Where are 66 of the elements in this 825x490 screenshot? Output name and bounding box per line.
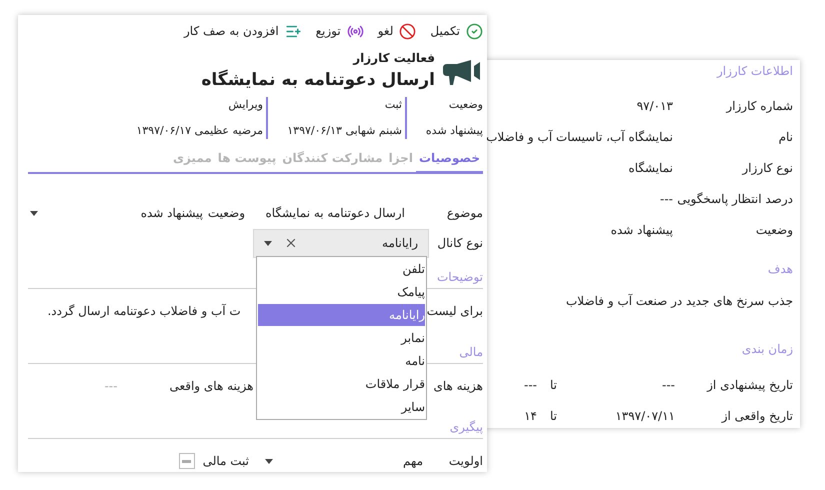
- section-heading: هدف: [768, 261, 793, 278]
- menu-option[interactable]: نمابر: [258, 326, 425, 349]
- field-label: وضعیت: [206, 205, 245, 222]
- field-label: نوع کارزار: [740, 160, 793, 176]
- field-label: اولویت: [448, 453, 483, 470]
- channel-select[interactable]: رایانامه: [253, 228, 429, 258]
- priority-select[interactable]: مهم: [263, 452, 423, 470]
- field-label: نوع کانال: [436, 235, 483, 252]
- field-label: درصد انتظار پاسخگویی: [676, 190, 793, 208]
- info-value: پیشنهاد شده: [426, 122, 483, 139]
- info-value: مرضیه عظیمی ۱۳۹۷/۰۶/۱۷: [136, 122, 263, 139]
- menu-option[interactable]: پیامک: [258, 280, 425, 303]
- section-heading: پیگیری: [450, 419, 483, 436]
- toolbar-button[interactable]: افزودن به صف کار: [184, 22, 302, 40]
- field-label: ثبت مالی: [202, 453, 249, 470]
- field-label: تا: [549, 408, 557, 424]
- field-value: ---: [661, 376, 675, 394]
- section-heading: زمان بندی: [742, 341, 793, 358]
- field-value: ---: [660, 190, 673, 208]
- section-heading: مالی: [459, 344, 483, 361]
- tab[interactable]: خصوصیات: [416, 149, 483, 174]
- check-icon: [466, 22, 483, 40]
- caret-icon: [264, 240, 272, 246]
- field-label: وضعیت: [754, 222, 793, 238]
- info-value: شبنم شهابی ۱۳۹۷/۰۶/۱۳: [287, 122, 402, 139]
- checkbox[interactable]: [178, 453, 195, 469]
- menu-option[interactable]: تلفن: [258, 258, 425, 280]
- field-value: پیشنهاد شده: [610, 222, 673, 238]
- section-heading: توضیحات: [436, 269, 483, 286]
- field-label: تاریخ واقعی از: [720, 408, 793, 424]
- field-value: ۱۳۹۷/۰۷/۱۱: [614, 408, 675, 424]
- menu-option[interactable]: رایانامه: [258, 304, 425, 326]
- caret-icon: [265, 458, 273, 464]
- description-text: برای لیست: [426, 303, 483, 320]
- description-text: ت آب و فاضلاب دعوتنامه ارسال گردد.: [47, 303, 241, 320]
- field-label: هزینه های واقعی: [168, 378, 254, 395]
- field-value: ۹۷/۰۱۳: [636, 98, 673, 114]
- section-heading: اطلاعات کارزار: [716, 63, 793, 80]
- goal-text: جذب سرنخ های جدید در صنعت آب و فاضلاب: [566, 293, 793, 310]
- menu-option[interactable]: سایر: [258, 396, 425, 418]
- toolbar-button[interactable]: توزیع: [316, 22, 364, 40]
- field-label: هزینه های: [433, 378, 483, 395]
- info-label: وضعیت: [448, 97, 483, 113]
- field-label: تا: [549, 376, 557, 394]
- toolbar-button[interactable]: لغو: [378, 22, 416, 40]
- field-label: نام: [778, 128, 793, 146]
- field-value: ۱۴: [524, 408, 537, 424]
- field-value: ---: [524, 376, 537, 394]
- field-value: نمایشگاه: [628, 160, 673, 176]
- menu-option[interactable]: قرار ملاقات: [258, 373, 425, 396]
- record-title: ارسال دعوتنامه به نمایشگاه: [201, 68, 435, 92]
- caret-icon: [30, 210, 38, 216]
- record-type: فعالیت کارزار: [352, 50, 435, 67]
- field-label: شماره کارزار: [724, 98, 793, 114]
- clear-icon[interactable]: [284, 236, 298, 250]
- field-value: نمایشگاه آب، تاسیسات آب و فاضلاب: [486, 128, 673, 146]
- toolbar-button[interactable]: تکمیل: [430, 22, 483, 40]
- status-select[interactable]: پیشنهاد شده: [28, 204, 203, 222]
- field-label: تاریخ پیشنهادی از: [706, 376, 793, 394]
- menu-option[interactable]: نامه: [258, 350, 425, 372]
- info-label: ثبت: [384, 97, 402, 113]
- cancel-icon: [399, 22, 416, 40]
- field-value: ارسال دعوتنامه به نمایشگاه: [264, 205, 405, 222]
- field-value: ---: [104, 378, 118, 395]
- info-label: ویرایش: [228, 97, 263, 113]
- field-label: موضوع: [446, 205, 483, 222]
